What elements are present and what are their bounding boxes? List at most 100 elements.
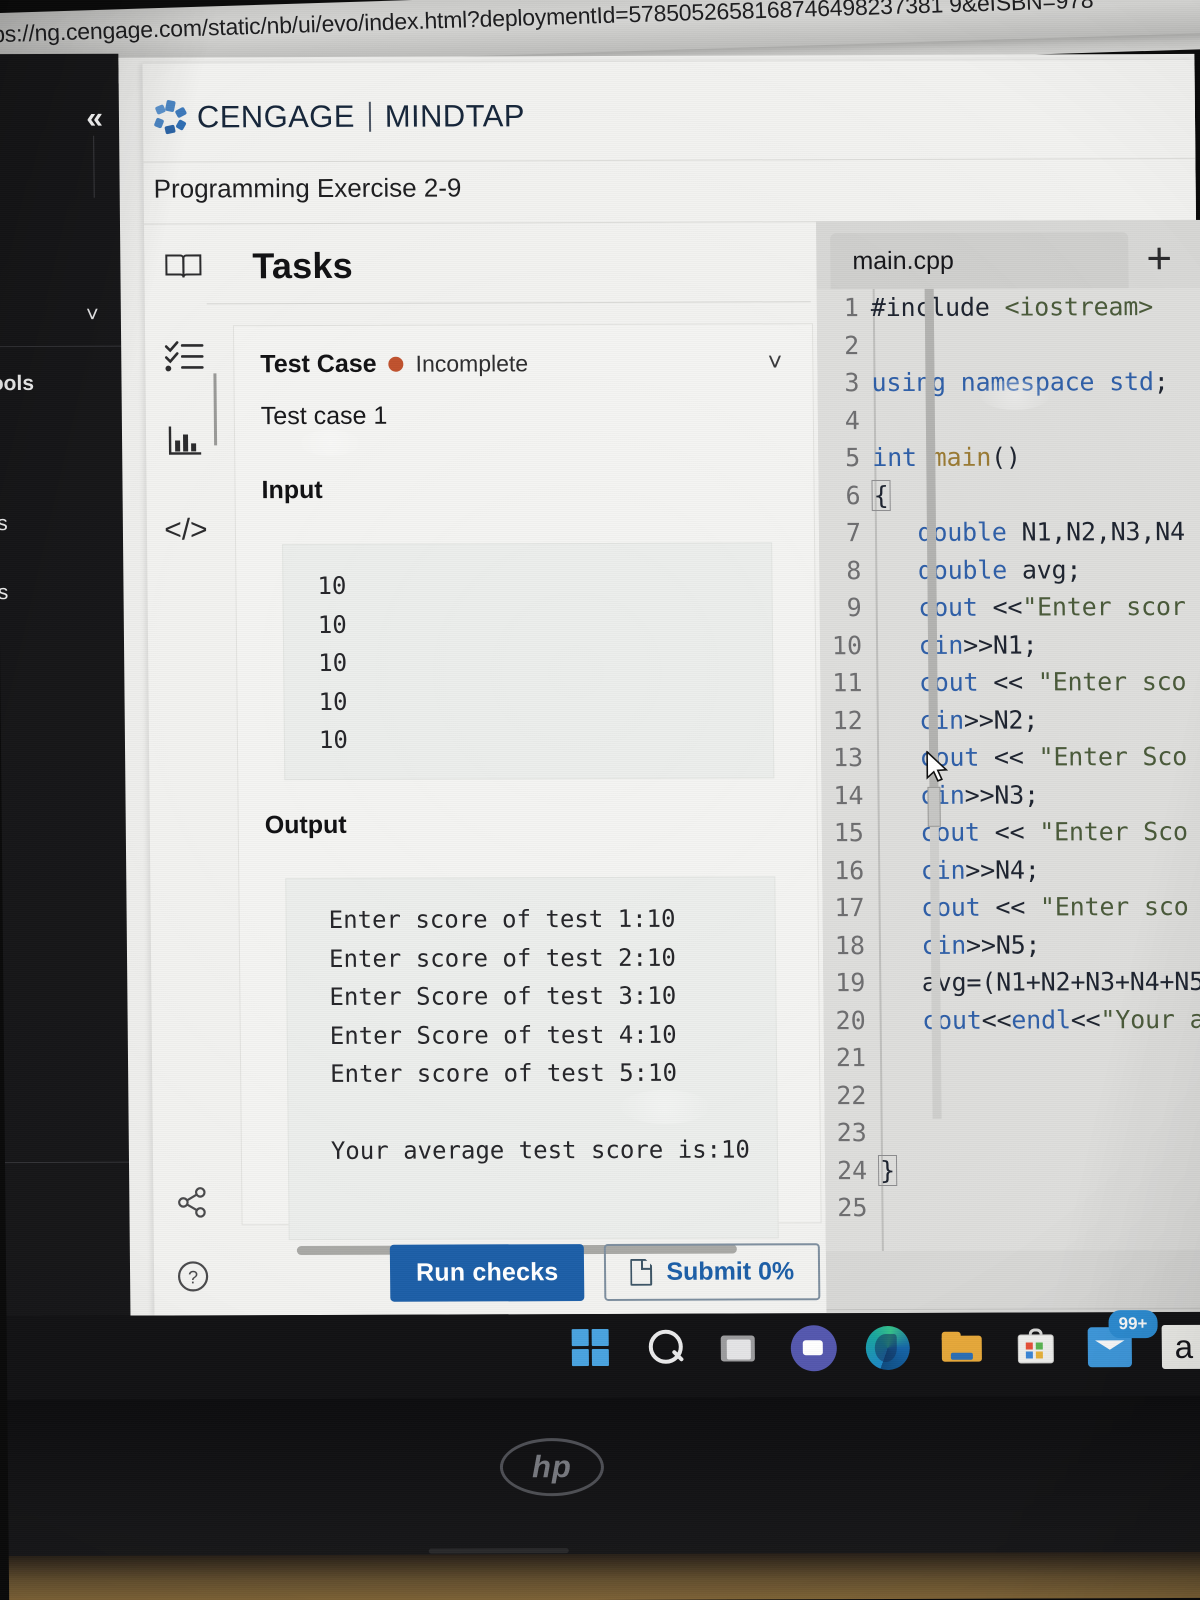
code-line[interactable]: 13 cout << "Enter Sco <box>821 738 1200 777</box>
code-line[interactable]: 25 <box>825 1188 1200 1227</box>
input-label: Input <box>261 475 323 505</box>
output-line: Your average test score is:10 <box>330 1134 751 1165</box>
tab-main-cpp[interactable]: main.cpp <box>830 232 1129 290</box>
code-line[interactable]: 10 cin>>N1; <box>820 625 1200 664</box>
code-line[interactable]: 14 cin>>N3; <box>821 775 1200 814</box>
edge-button[interactable] <box>865 1325 911 1371</box>
submit-button[interactable]: Submit 0% <box>604 1243 821 1301</box>
app-button[interactable]: a <box>1161 1324 1200 1370</box>
checklist-icon[interactable] <box>161 333 207 379</box>
test-case-name: Test case 1 <box>260 401 388 431</box>
code-icon[interactable]: </> <box>163 507 209 553</box>
tool-rail: </> ? <box>150 235 230 1362</box>
line-number: 20 <box>835 1005 866 1035</box>
app-button-label: a <box>1161 1324 1200 1370</box>
run-checks-button[interactable]: Run checks <box>389 1244 585 1302</box>
code-line[interactable]: 23 <box>825 1113 1200 1152</box>
code-line[interactable]: 17 cout << "Enter sco <box>822 888 1200 927</box>
share-icon[interactable] <box>169 1179 215 1225</box>
input-values-box: 10 10 10 10 10 <box>282 542 775 781</box>
code-line[interactable]: 2 <box>817 325 1200 364</box>
code-line[interactable]: 8 double avg; <box>819 550 1200 589</box>
test-case-card: Test Case Incomplete ˅ Test case 1 Input… <box>232 323 822 1256</box>
help-icon[interactable]: ? <box>170 1253 216 1299</box>
code-line[interactable]: 18 cin>>N5; <box>823 925 1200 964</box>
scrollbar-grip[interactable] <box>927 786 941 827</box>
code-line[interactable]: 15 cout << "Enter Sco <box>822 813 1200 852</box>
microsoft-store-button[interactable] <box>1013 1324 1059 1370</box>
code-line[interactable]: 7 double N1,N2,N3,N4 <box>819 513 1200 552</box>
line-number: 14 <box>833 780 864 810</box>
line-number: 9 <box>846 593 862 623</box>
output-line: Enter score of test 2:10 <box>328 943 676 973</box>
line-number: 19 <box>835 968 866 998</box>
submit-button-label: Submit 0% <box>666 1257 795 1286</box>
output-line: Enter score of test 1:10 <box>328 904 676 934</box>
task-actions: Run checks Submit 0% <box>389 1243 821 1302</box>
expand-test-case-icon[interactable]: ˅ <box>768 348 783 377</box>
brand-mindtap: MINDTAP <box>384 98 525 134</box>
code-text: cout << "Enter sco <box>918 667 1187 698</box>
rail-divider <box>213 373 218 446</box>
line-number: 10 <box>831 630 863 660</box>
code-line[interactable]: 19 avg=(N1+N2+N3+N4+N5 <box>823 963 1200 1002</box>
code-line[interactable]: 12 cin>>N2; <box>821 700 1200 739</box>
chevron-down-icon[interactable]: ˅ <box>86 302 99 328</box>
mail-badge: 99+ <box>1108 1310 1158 1339</box>
editor-tabstrip: main.cpp + <box>816 232 1200 290</box>
line-number: 24 <box>836 1155 868 1185</box>
mouse-cursor <box>925 749 951 785</box>
code-line[interactable]: 21 <box>824 1038 1200 1077</box>
file-explorer-button[interactable] <box>939 1325 985 1371</box>
code-line[interactable]: 24} <box>825 1150 1200 1189</box>
collapse-sidebar-icon[interactable]: « <box>86 102 103 136</box>
brand-cengage: CENGAGE <box>196 98 355 135</box>
task-view-button[interactable] <box>717 1325 763 1371</box>
tasks-divider <box>206 301 811 305</box>
code-line[interactable]: 3 using namespace std; <box>817 363 1200 402</box>
cengage-logo-icon <box>153 99 188 135</box>
line-number: 7 <box>845 518 862 548</box>
header-divider <box>143 157 1196 163</box>
start-button[interactable] <box>569 1326 615 1372</box>
code-text: cin>>N2; <box>919 705 1039 735</box>
line-number: 21 <box>835 1043 867 1073</box>
line-number: 5 <box>845 443 861 473</box>
line-number: 11 <box>832 668 863 698</box>
desk-surface <box>8 1551 1200 1600</box>
code-line[interactable]: 20 cout<<endl<<"Your a <box>823 1000 1200 1039</box>
left-dark-panel: « ˅ Tools ips ips <box>0 53 131 1317</box>
mail-button[interactable]: 99+ <box>1087 1310 1158 1370</box>
page-title: Programming Exercise 2-9 <box>153 172 462 204</box>
add-tab-icon[interactable]: + <box>1146 234 1172 284</box>
teams-button[interactable] <box>790 1325 838 1372</box>
document-icon <box>630 1259 652 1286</box>
line-number: 17 <box>834 893 865 923</box>
code-line[interactable]: 9 cout <<"Enter scor <box>820 588 1200 627</box>
search-button[interactable] <box>643 1326 689 1372</box>
sidebar-item-tips-1[interactable]: ips <box>0 512 8 536</box>
line-number: 12 <box>832 705 863 735</box>
line-number: 8 <box>846 555 862 585</box>
code-line[interactable]: 22 <box>824 1075 1200 1114</box>
code-line[interactable]: 5 int main() <box>818 438 1200 477</box>
code-line[interactable]: 1 #include <iostream> <box>817 288 1200 327</box>
output-label: Output <box>264 810 347 840</box>
code-text: cin>>N1; <box>918 630 1038 660</box>
book-icon[interactable] <box>160 243 206 289</box>
test-case-header: Test Case Incomplete <box>260 349 528 379</box>
bar-chart-icon[interactable] <box>162 417 208 463</box>
sidebar-item-tools[interactable]: Tools <box>0 372 34 396</box>
status-badge: Incomplete <box>415 350 529 377</box>
code-line[interactable]: 6{ <box>818 475 1200 514</box>
sidebar-item-tips-2[interactable]: ips <box>0 581 8 605</box>
code-text: cin>>N5; <box>921 930 1041 960</box>
output-line: Enter score of test 5:10 <box>330 1058 678 1088</box>
code-area[interactable]: 1 #include <iostream> 2 3 using namespace st… <box>816 287 1200 1252</box>
code-line[interactable]: 4 <box>818 400 1200 439</box>
code-line[interactable]: 16 cin>>N4; <box>822 850 1200 889</box>
status-dot <box>388 356 404 372</box>
code-line[interactable]: 11 cout << "Enter sco <box>820 663 1200 702</box>
address-bar-url[interactable]: ps://ng.cengage.com/static/nb/ui/evo/ind… <box>0 0 1094 48</box>
line-number: 18 <box>834 930 866 960</box>
